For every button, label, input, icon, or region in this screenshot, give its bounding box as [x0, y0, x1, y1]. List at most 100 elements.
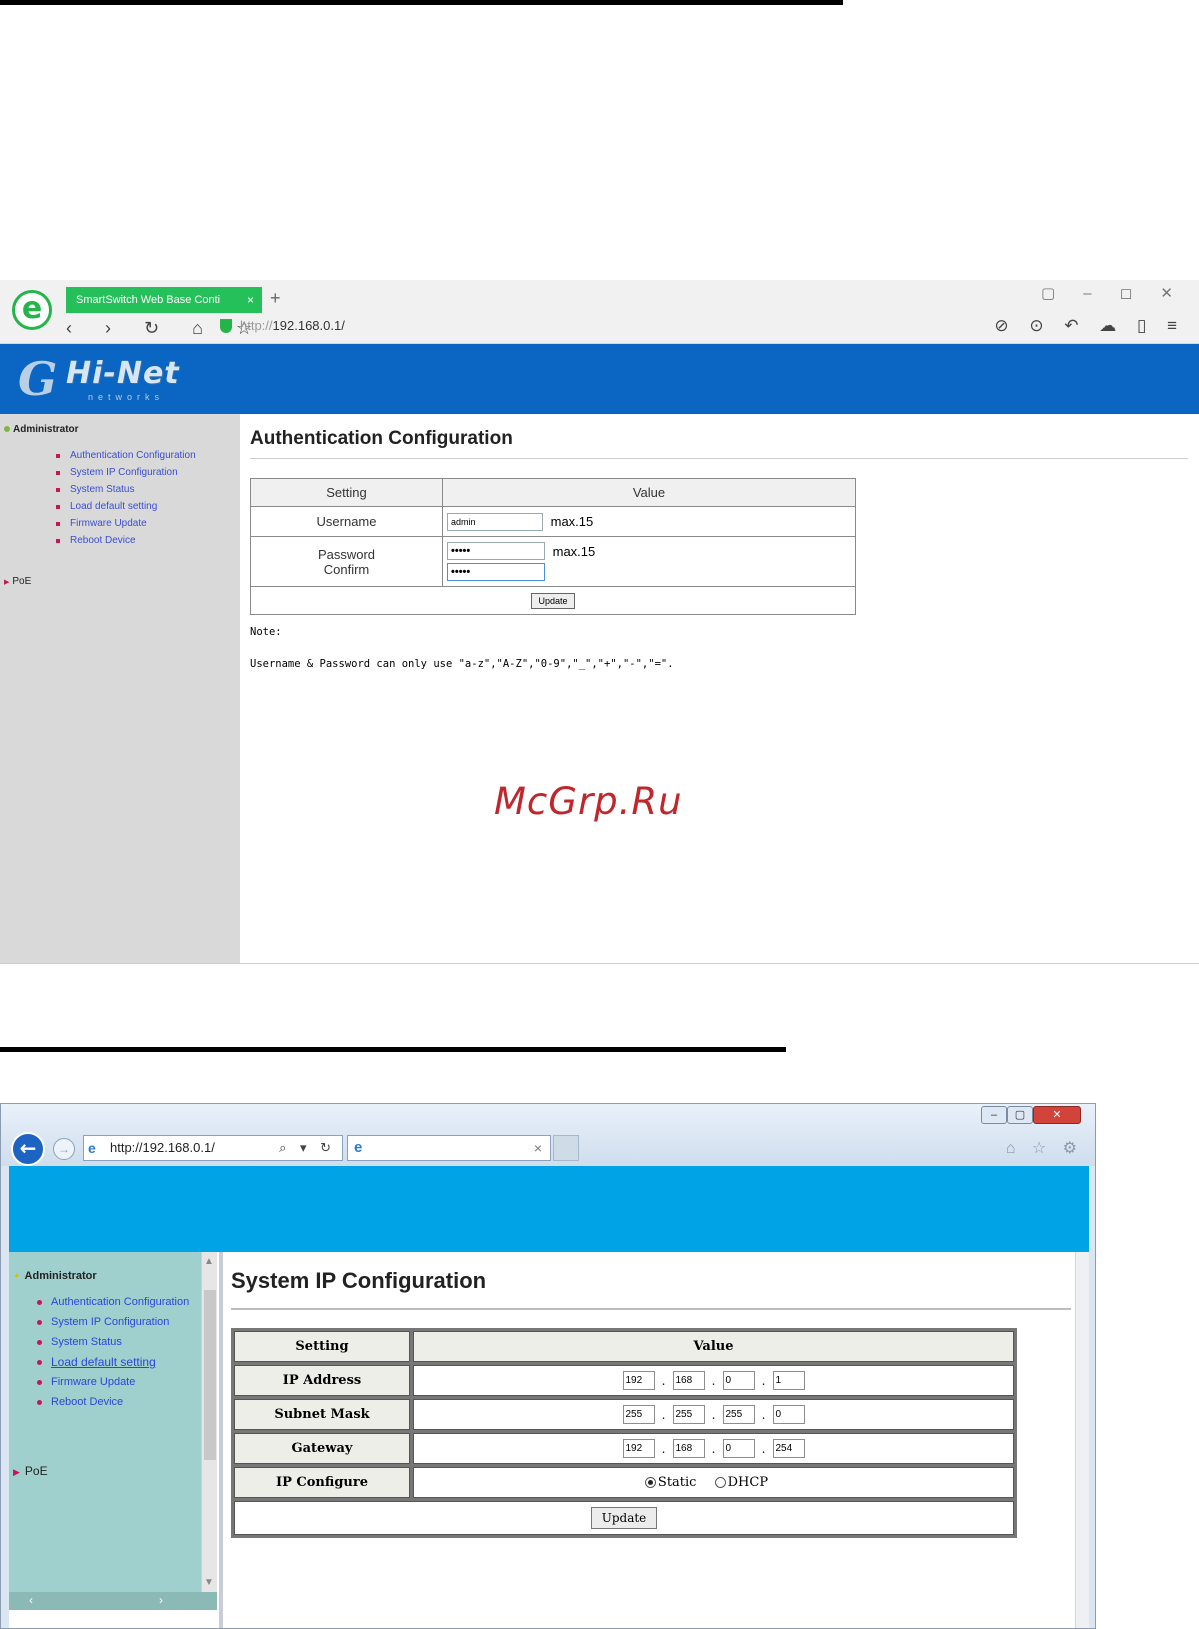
sidebar-item-reboot[interactable]: Reboot Device [56, 535, 236, 547]
ip-octet-1-input[interactable]: 192 [622, 1371, 655, 1390]
content-vertical-scrollbar[interactable] [1075, 1252, 1089, 1628]
gateway-octet-3-input[interactable]: 0 [722, 1439, 755, 1458]
sidebar-item-system-status[interactable]: System Status [56, 484, 236, 496]
update-button[interactable]: Update [590, 1507, 658, 1529]
logo-brand: Hi-Net [66, 356, 180, 391]
ip-address-fields: 192. 168. 0. 1 [413, 1365, 1014, 1396]
watermark-text: McGrp.Ru [494, 780, 683, 823]
gateway-octet-1-input[interactable]: 192 [622, 1439, 655, 1458]
ip-octet-4-input[interactable]: 1 [772, 1371, 805, 1390]
sidebar-item-authentication[interactable]: Authentication Configuration [56, 450, 236, 462]
sidebar-vertical-scrollbar[interactable]: ▲ ▼ [201, 1252, 217, 1592]
scroll-left-icon[interactable]: ‹ [29, 1593, 33, 1607]
forward-arrow-icon[interactable]: → [53, 1138, 75, 1160]
page-title: System IP Configuration [231, 1268, 487, 1293]
username-input[interactable]: admin [447, 512, 543, 531]
gateway-fields: 192. 168. 0. 254 [413, 1433, 1014, 1464]
ip-address-label: IP Address [234, 1365, 410, 1396]
close-window-button[interactable]: ✕ [1033, 1106, 1081, 1124]
sidebar-item-system-ip[interactable]: System IP Configuration [56, 467, 236, 479]
mask-octet-3-input[interactable]: 255 [722, 1405, 755, 1424]
scroll-down-icon[interactable]: ▼ [204, 1577, 214, 1588]
note-text: Username & Password can only use "a-z","… [250, 658, 674, 670]
tab-close-icon[interactable]: × [534, 1140, 542, 1156]
auth-settings-table: Setting Value Username admin max.15 Pass… [250, 478, 856, 615]
address-tools-icons[interactable]: ⌕ ▾ ↻ [279, 1136, 336, 1160]
main-content: System IP Configuration Setting Value IP… [223, 1252, 1089, 1628]
sidebar-item-reboot[interactable]: Reboot Device [35, 1396, 195, 1409]
tab-close-icon[interactable]: × [247, 287, 254, 313]
sidebar-section-poe[interactable]: PoE [4, 576, 31, 587]
note-title: Note: [250, 626, 282, 638]
dhcp-radio[interactable] [714, 1477, 726, 1488]
sidebar-item-authentication[interactable]: Authentication Configuration [35, 1296, 195, 1309]
ip-configure-options: Static DHCP [413, 1467, 1014, 1498]
ip-settings-table: Setting Value IP Address 192. 168. 0. 1 Sub… [231, 1328, 1017, 1538]
sidebar-item-system-status[interactable]: System Status [35, 1336, 195, 1349]
address-bar[interactable]: http://192.168.0.1/ [240, 318, 345, 333]
sidebar-section-administrator[interactable]: Administrator [13, 1270, 97, 1282]
system-ip-config-screenshot: – ▢ ✕ ← → e http://192.168.0.1/ ⌕ ▾ ↻ e × … [0, 1103, 1096, 1629]
sidebar-section-administrator[interactable]: Administrator [4, 424, 79, 435]
top-black-rule [0, 0, 843, 5]
scrollbar-thumb[interactable] [204, 1290, 216, 1460]
title-divider [250, 458, 1188, 459]
address-bar[interactable]: e http://192.168.0.1/ ⌕ ▾ ↻ [83, 1135, 343, 1161]
sidebar-menu: Authentication Configuration System IP C… [35, 1296, 195, 1416]
subnet-mask-fields: 255. 255. 255. 0 [413, 1399, 1014, 1430]
mask-octet-2-input[interactable]: 255 [672, 1405, 705, 1424]
scroll-right-icon[interactable]: › [159, 1593, 163, 1607]
ie-browser-chrome: – ▢ ✕ ← → e http://192.168.0.1/ ⌕ ▾ ↻ e × … [1, 1104, 1095, 1166]
update-button[interactable]: Update [531, 593, 575, 609]
address-protocol: http:// [240, 318, 273, 333]
address-text: http://192.168.0.1/ [110, 1140, 215, 1155]
sidebar-horizontal-scrollbar[interactable]: ‹ › [9, 1592, 217, 1610]
page-frame: Administrator Authentication Configurati… [9, 1252, 1089, 1628]
minimize-button[interactable]: – [981, 1106, 1007, 1124]
ip-configure-label: IP Configure [234, 1467, 410, 1498]
gateway-octet-4-input[interactable]: 254 [772, 1439, 805, 1458]
window-controls: – ▢ ✕ [981, 1106, 1089, 1126]
header-value: Value [442, 478, 856, 507]
password-input[interactable]: ••••• [447, 542, 545, 560]
page-title: Authentication Configuration [250, 428, 513, 449]
ip-octet-2-input[interactable]: 168 [672, 1371, 705, 1390]
username-max-label: max.15 [550, 514, 594, 529]
new-tab-button[interactable] [553, 1135, 579, 1161]
scroll-up-icon[interactable]: ▲ [204, 1256, 214, 1267]
sidebar-item-load-default[interactable]: Load default setting [56, 501, 236, 513]
back-arrow-icon[interactable]: ← [11, 1132, 45, 1166]
main-content: Authentication Configuration Setting Val… [240, 414, 1199, 963]
sidebar-item-system-ip[interactable]: System IP Configuration [35, 1316, 195, 1329]
new-tab-icon[interactable]: + [270, 288, 281, 309]
subnet-mask-label: Subnet Mask [234, 1399, 410, 1430]
maximize-button[interactable]: ▢ [1007, 1106, 1033, 1124]
mask-octet-4-input[interactable]: 0 [772, 1405, 805, 1424]
window-controls[interactable]: ▢ – ◻ ✕ [1041, 284, 1185, 302]
password-label: Password [317, 546, 376, 562]
logo-subtitle: networks [88, 392, 165, 402]
sidebar: Administrator Authentication Configurati… [9, 1252, 201, 1592]
browser-toolbar-icons[interactable]: ⊘ ⊙ ↶ ☁ ▯ ≡ [994, 316, 1185, 336]
confirm-label: Confirm [323, 561, 370, 577]
static-label: Static [657, 1475, 697, 1490]
navigation-icons[interactable]: ‹ › ↻ ⌂ ☆ [66, 318, 266, 339]
sidebar-item-load-default[interactable]: Load default setting [35, 1356, 195, 1369]
sidebar-section-poe[interactable]: PoE [13, 1464, 48, 1478]
confirm-password-input[interactable]: ••••• [447, 563, 545, 581]
static-radio[interactable] [644, 1477, 656, 1488]
sidebar: Administrator Authentication Configurati… [0, 414, 240, 963]
header-setting: Setting [234, 1331, 410, 1362]
ie-page-icon: e [88, 1140, 96, 1156]
sidebar-item-firmware-update[interactable]: Firmware Update [35, 1376, 195, 1389]
sidebar-item-firmware-update[interactable]: Firmware Update [56, 518, 236, 530]
gateway-label: Gateway [234, 1433, 410, 1464]
browser-tab[interactable]: e × [347, 1135, 551, 1161]
browser-toolbar-icons[interactable]: ⌂ ☆ ⚙ [1006, 1138, 1083, 1158]
ip-octet-3-input[interactable]: 0 [722, 1371, 755, 1390]
gateway-octet-2-input[interactable]: 168 [672, 1439, 705, 1458]
browser-tab[interactable]: SmartSwitch Web Base Conti × [66, 287, 262, 313]
mask-octet-1-input[interactable]: 255 [622, 1405, 655, 1424]
authentication-config-screenshot: e SmartSwitch Web Base Conti × + ▢ – ◻ ✕… [0, 280, 1199, 964]
dhcp-label: DHCP [727, 1475, 769, 1490]
